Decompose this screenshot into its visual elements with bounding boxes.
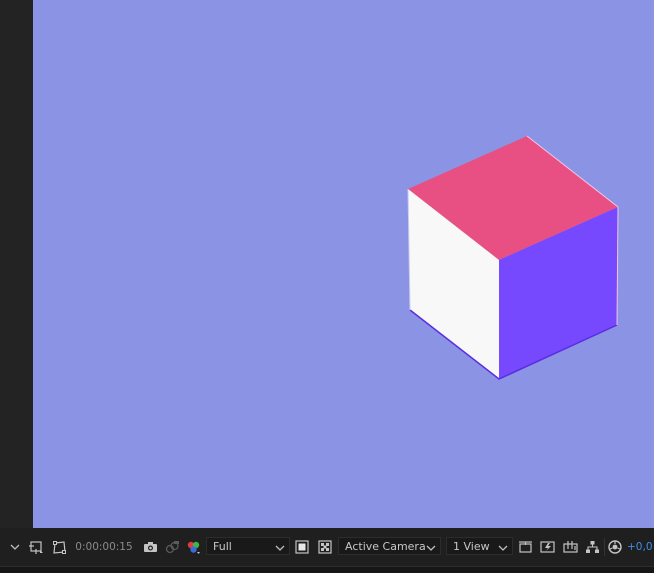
- timeline-icon[interactable]: [561, 528, 579, 566]
- chevron-down-icon: [275, 541, 285, 554]
- fast-preview-icon[interactable]: [293, 528, 311, 566]
- reset-exposure-icon[interactable]: [606, 528, 624, 566]
- cube-render: [407, 135, 619, 380]
- chevron-down-icon: [426, 541, 436, 554]
- composition-viewport[interactable]: [33, 0, 654, 528]
- current-time-display[interactable]: 0:00:00:15: [74, 528, 134, 566]
- view-layout-dropdown[interactable]: 1 View: [446, 537, 513, 555]
- exposure-value[interactable]: +0,0: [627, 528, 653, 566]
- camera-view-value: Active Camera: [345, 539, 426, 553]
- mask-icon[interactable]: [50, 528, 68, 566]
- region-of-interest-icon[interactable]: [27, 528, 45, 566]
- resolution-value: Full: [213, 539, 232, 553]
- toggle-pixel-aspect-icon[interactable]: [516, 528, 534, 566]
- exposure-text: +0,0: [627, 541, 653, 553]
- camera-icon[interactable]: [141, 528, 159, 566]
- left-panel-edge: [0, 0, 33, 528]
- composition-viewer-window: 0:00:00:15 Full Active Camera 1 View +0,…: [0, 0, 654, 573]
- fast-draft-icon[interactable]: [538, 528, 556, 566]
- color-channels-icon[interactable]: [184, 528, 202, 566]
- view-layout-value: 1 View: [453, 539, 490, 553]
- show-snapshot-icon[interactable]: [163, 528, 181, 566]
- toolbar-separator: [604, 538, 605, 556]
- flowchart-icon[interactable]: [583, 528, 601, 566]
- panel-bottom-edge: [0, 566, 654, 573]
- resolution-dropdown[interactable]: Full: [206, 537, 290, 555]
- chevron-down-icon: [498, 541, 508, 554]
- transparency-grid-icon[interactable]: [316, 528, 334, 566]
- chevron-down-icon[interactable]: [8, 528, 22, 566]
- timecode-text: 0:00:00:15: [75, 541, 133, 553]
- camera-view-dropdown[interactable]: Active Camera: [338, 537, 441, 555]
